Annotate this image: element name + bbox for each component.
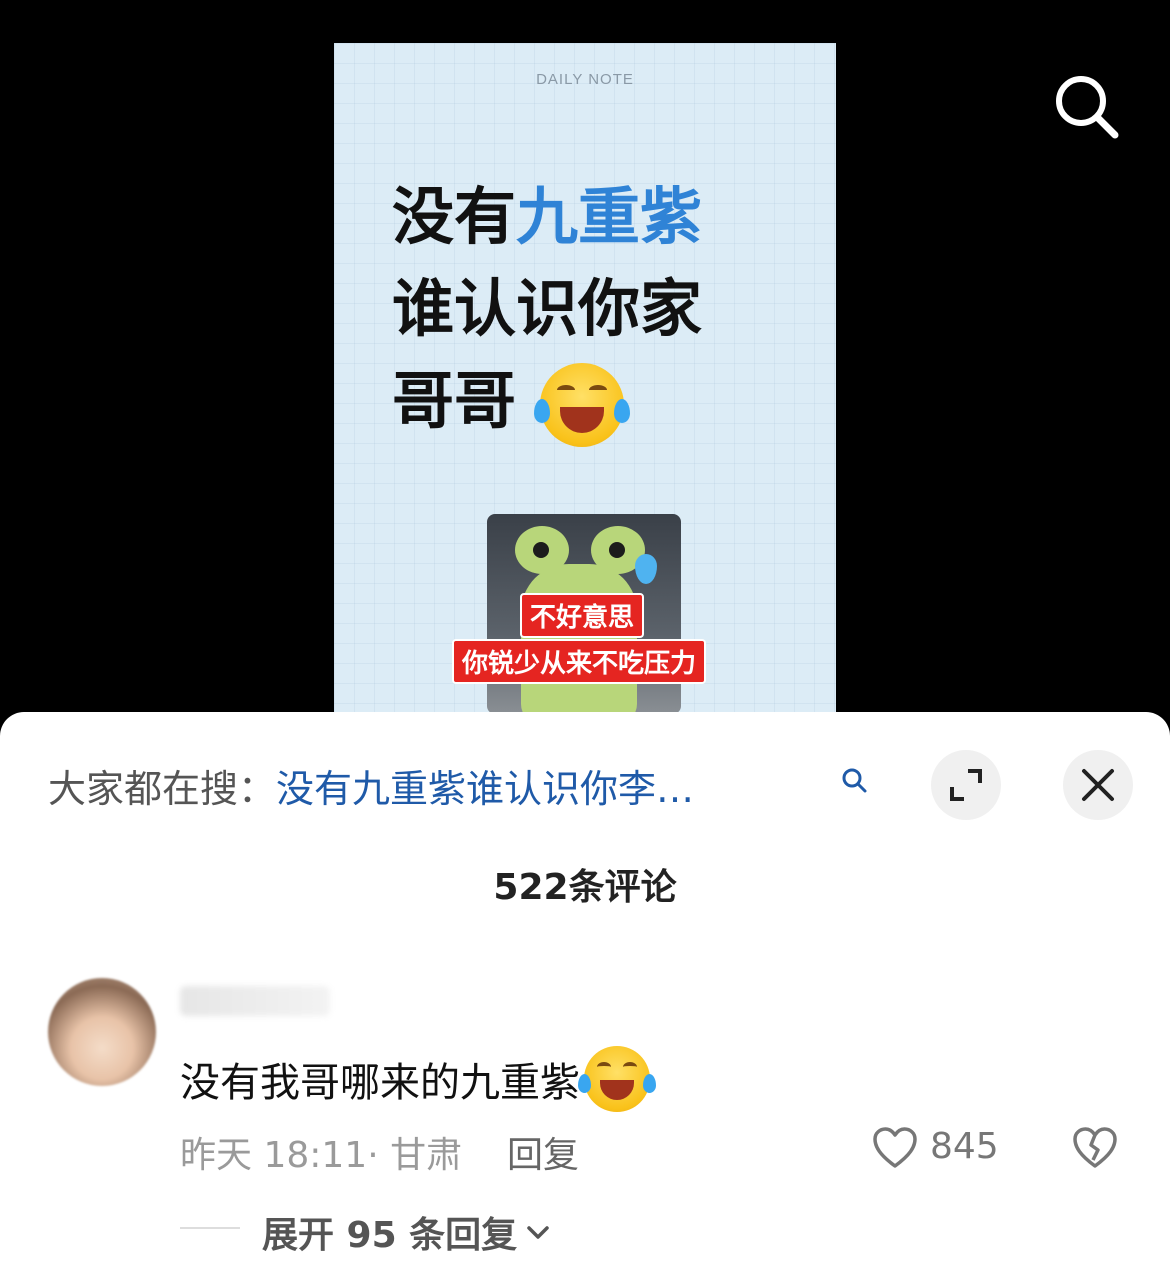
headline-text: 哥哥 (392, 364, 517, 437)
headline-line-1: 没有九重紫 (392, 171, 812, 263)
meme-caption-2: 你锐少从来不吃压力 (452, 639, 707, 684)
search-small-icon[interactable] (838, 764, 870, 796)
laugh-cry-emoji-icon (533, 362, 630, 447)
laugh-cry-emoji-icon (578, 1046, 656, 1112)
app-screen: DAILY NOTE 没有九重紫 谁认识你家 哥哥 不好意思 你锐少从来不吃压力 (0, 0, 1170, 1263)
headline-line-3: 哥哥 (392, 355, 812, 447)
like-count: 845 (930, 1126, 999, 1167)
headline-line-2: 谁认识你家 (392, 272, 703, 345)
username-blurred[interactable] (180, 986, 330, 1016)
search-icon[interactable] (1052, 72, 1122, 142)
divider (180, 1227, 240, 1229)
daily-note-label: DAILY NOTE (536, 71, 634, 88)
heart-icon[interactable] (872, 1126, 918, 1170)
headline-text: 没有 (392, 180, 517, 253)
headline-highlight: 九重紫 (516, 180, 703, 253)
comment-sheet: 大家都在搜： 没有九重紫谁认识你李… 522条评论 没有我哥哪来的九重紫 昨天 … (0, 712, 1170, 1263)
meme-caption-1: 不好意思 (520, 593, 645, 638)
comment-body: 没有我哥哪来的九重紫 (180, 1060, 580, 1106)
close-button[interactable] (1063, 750, 1133, 820)
chevron-down-icon (527, 1226, 549, 1239)
expand-replies-label: 展开 95 条回复 (262, 1215, 518, 1256)
trending-search-label: 大家都在搜： (48, 766, 277, 811)
video-preview[interactable]: DAILY NOTE 没有九重紫 谁认识你家 哥哥 不好意思 你锐少从来不吃压力 (334, 43, 836, 723)
broken-heart-icon[interactable] (1072, 1126, 1118, 1170)
expand-icon (950, 769, 982, 801)
trending-search-query[interactable]: 没有九重紫谁认识你李… (276, 758, 788, 813)
comment-meta: 昨天 18:11· 甘肃 (180, 1135, 463, 1176)
expand-replies-button[interactable]: 展开 95 条回复 (262, 1206, 551, 1258)
comment-text[interactable]: 没有我哥哪来的九重紫 (180, 1046, 656, 1112)
trending-search[interactable]: 大家都在搜： 没有九重紫谁认识你李… (48, 758, 788, 813)
avatar[interactable] (48, 978, 156, 1086)
reply-button[interactable]: 回复 (507, 1126, 579, 1178)
sweat-drop-icon (635, 554, 657, 584)
comment-count: 522条评论 (493, 867, 677, 908)
close-icon (1082, 769, 1114, 801)
expand-button[interactable] (931, 750, 1001, 820)
